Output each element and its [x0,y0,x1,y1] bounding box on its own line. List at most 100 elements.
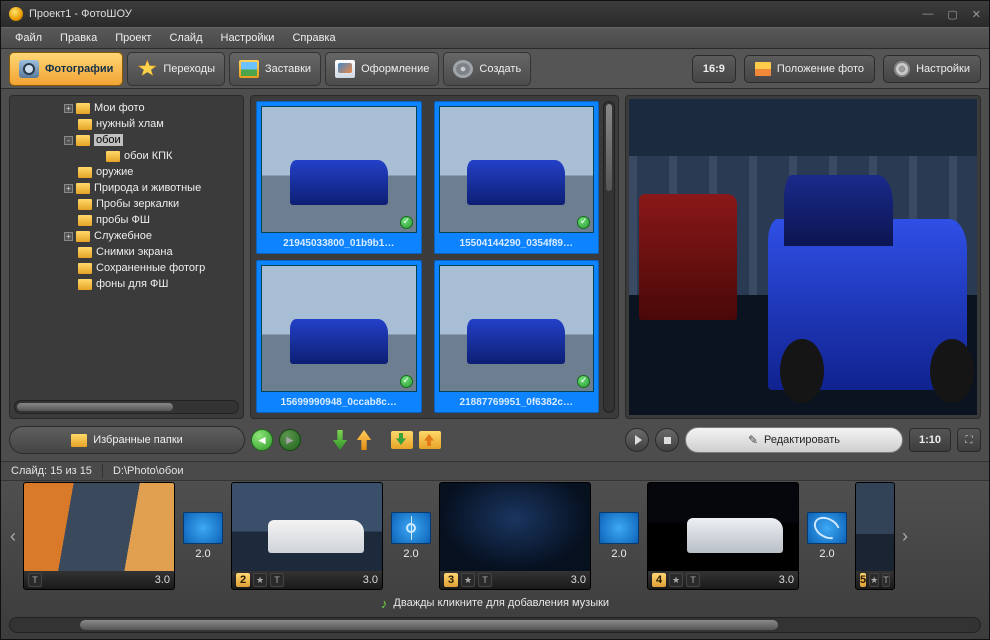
slide-duration: 3.0 [779,574,794,586]
menu-slide[interactable]: Слайд [161,29,210,47]
slide-star-button[interactable]: ★ [253,573,267,587]
check-icon [400,375,413,388]
slide-image [232,483,382,571]
close-button[interactable]: ✕ [972,8,981,21]
folder-icon [76,183,90,194]
slide-star-button[interactable]: ★ [461,573,475,587]
tree-item[interactable]: +Мои фото [14,100,239,116]
slide-text-button[interactable]: T [686,573,700,587]
menu-bar: Файл Правка Проект Слайд Настройки Справ… [1,27,989,49]
slide-text-button[interactable]: T [478,573,492,587]
slide-text-button[interactable]: T [270,573,284,587]
slide-text-button[interactable]: T [28,573,42,587]
tab-create[interactable]: Создать [443,52,531,86]
thumbnail-caption: 21887769951_0f6382c… [435,396,599,412]
timeline-slide[interactable]: 3★T3.0 [439,482,591,590]
slide-image [856,483,894,571]
transition[interactable]: 2.0 [387,482,435,590]
add-to-project-button[interactable] [331,430,349,450]
timeline-h-scrollbar[interactable] [9,617,981,633]
transition-icon [183,512,223,544]
folder-icon [76,135,90,146]
maximize-button[interactable]: ▢ [947,8,957,21]
remove-from-project-button[interactable] [355,430,373,450]
thumbnail[interactable]: 15699990948_0ccab8c… [256,260,422,413]
minimize-button[interactable]: — [922,8,933,21]
edit-slide-button[interactable]: Редактировать [685,427,903,453]
time-display: 1:10 [909,428,951,452]
expand-toggle[interactable]: - [64,136,73,145]
tree-h-scrollbar[interactable] [14,400,239,414]
music-track[interactable]: ♪ Дважды кликните для добавления музыки [1,591,989,615]
menu-project[interactable]: Проект [107,29,159,47]
tab-photos[interactable]: Фотографии [9,52,123,86]
tab-design[interactable]: Оформление [325,52,439,86]
slide-image [24,483,174,571]
thumbnail[interactable]: 21945033800_01b9b1… [256,101,422,254]
slide-duration: 3.0 [363,574,378,586]
slide-duration: 3.0 [155,574,170,586]
nav-forward-button[interactable]: ► [279,429,301,451]
fullscreen-button[interactable]: ⛶ [957,428,981,452]
slide-counter: Слайд: 15 из 15 [11,465,92,477]
check-icon [400,216,413,229]
preview-panel [625,95,981,419]
slide-number: 2 [236,573,250,587]
tree-item[interactable]: обои КПК [14,148,239,164]
menu-file[interactable]: Файл [7,29,50,47]
slide-star-button[interactable]: ★ [669,573,683,587]
timeline-slide[interactable]: 5★T [855,482,895,590]
tree-item[interactable]: Пробы зеркалки [14,196,239,212]
timeline-slide[interactable]: T 3.0 [23,482,175,590]
thumbnail[interactable]: 21887769951_0f6382c… [434,260,600,413]
thumbs-v-scrollbar[interactable] [603,101,615,413]
transition-duration: 2.0 [611,548,626,560]
favorites-button[interactable]: Избранные папки [9,426,245,454]
stop-button[interactable] [655,428,679,452]
transition[interactable]: 2.0 [179,482,227,590]
tree-item[interactable]: оружие [14,164,239,180]
transition-duration: 2.0 [195,548,210,560]
nav-back-button[interactable]: ◄ [251,429,273,451]
slide-number: 3 [444,573,458,587]
menu-edit[interactable]: Правка [52,29,105,47]
timeline-slide[interactable]: 4★T3.0 [647,482,799,590]
transition[interactable]: 2.0 [803,482,851,590]
tree-item[interactable]: Сохраненные фотогр [14,260,239,276]
slide-star-button[interactable]: ★ [869,573,879,587]
import-folder-button[interactable] [391,431,413,449]
thumbnail-image [261,106,417,233]
transition[interactable]: 2.0 [595,482,643,590]
expand-toggle[interactable]: + [64,232,73,241]
photo-position-button[interactable]: Положение фото [744,55,875,83]
expand-toggle[interactable]: + [64,104,73,113]
tab-transitions[interactable]: Переходы [127,52,225,86]
export-folder-button[interactable] [419,431,441,449]
tree-item[interactable]: -обои [14,132,239,148]
thumbnail-caption: 15504144290_0354f89… [435,237,599,253]
menu-help[interactable]: Справка [284,29,343,47]
folder-icon [78,247,92,258]
tab-titles[interactable]: Заставки [229,52,321,86]
slide-text-button[interactable]: T [882,573,890,587]
tree-item[interactable]: Снимки экрана [14,244,239,260]
aspect-ratio-button[interactable]: 16:9 [692,55,736,83]
sunset-icon [755,62,771,76]
tree-item[interactable]: +Служебное [14,228,239,244]
film-reel-icon [453,60,473,78]
timeline-prev-button[interactable]: ‹ [7,526,19,547]
expand-toggle[interactable]: + [64,184,73,193]
transition-icon [807,512,847,544]
tree-item[interactable]: нужный хлам [14,116,239,132]
menu-settings[interactable]: Настройки [213,29,283,47]
timeline-slide[interactable]: 2★T 3.0 [231,482,383,590]
tree-item[interactable]: пробы ФШ [14,212,239,228]
thumbnail[interactable]: 15504144290_0354f89… [434,101,600,254]
timeline-next-button[interactable]: › [899,526,911,547]
tree-item[interactable]: +Природа и животные [14,180,239,196]
check-icon [577,375,590,388]
play-button[interactable] [625,428,649,452]
settings-button[interactable]: Настройки [883,55,981,83]
slide-image [440,483,590,571]
tree-item[interactable]: фоны для ФШ [14,276,239,292]
